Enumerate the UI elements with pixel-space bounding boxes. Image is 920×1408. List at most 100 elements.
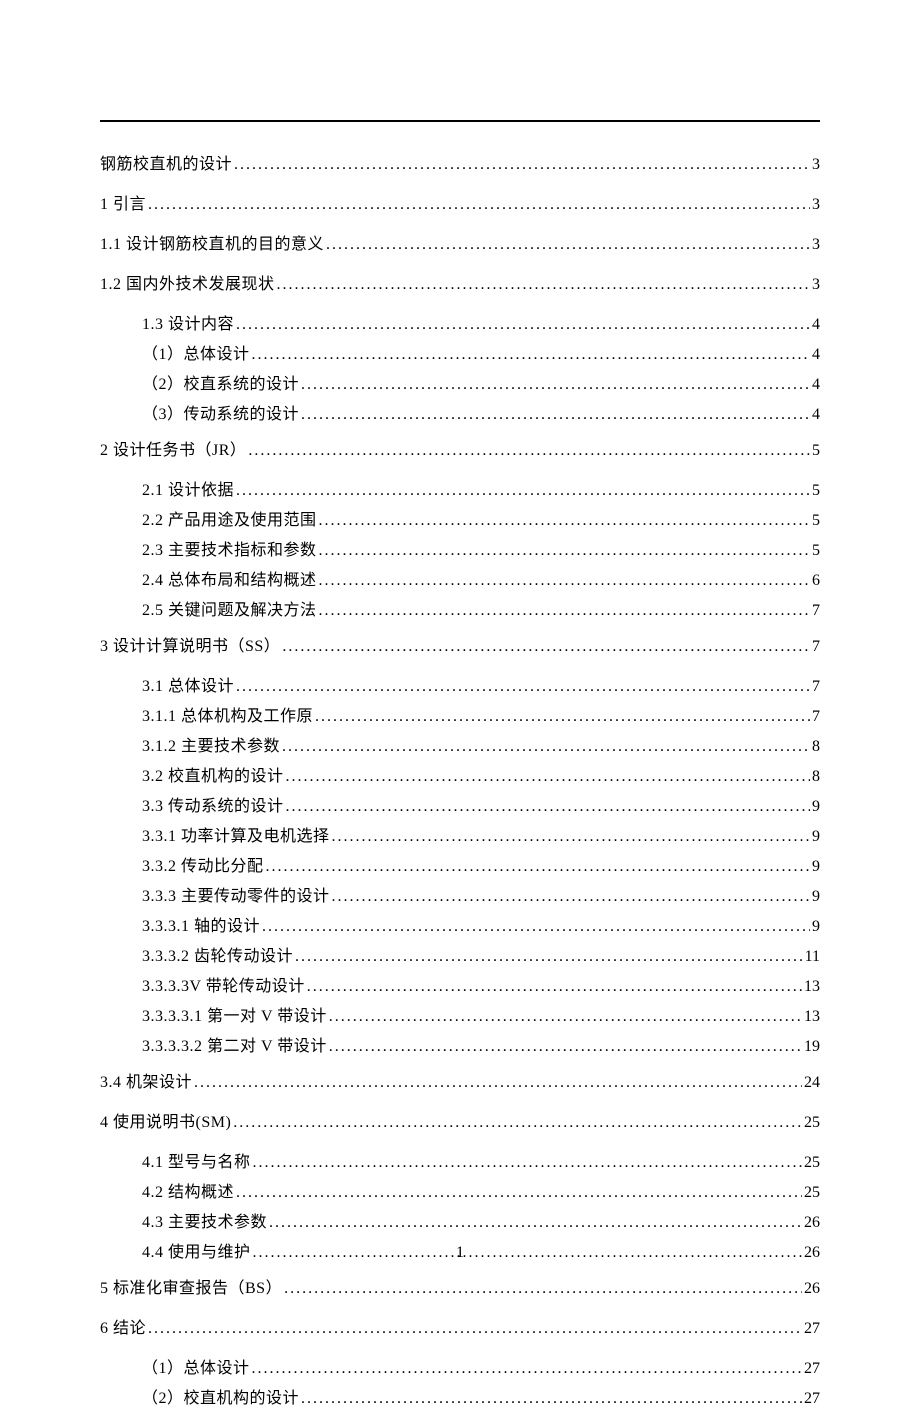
toc-entry[interactable]: 1.2 国内外技术发展现状3 xyxy=(100,270,820,294)
toc-page: 9 xyxy=(810,858,820,876)
toc-title: 3.3.3.1 轴的设计 xyxy=(142,912,260,936)
toc-title: （1）总体设计 xyxy=(142,340,250,364)
toc-page: 13 xyxy=(802,1008,820,1026)
toc-entry[interactable]: 3.3.3.2 齿轮传动设计 11 xyxy=(100,942,820,966)
toc-title: 钢筋校直机的设计 xyxy=(100,150,232,174)
toc-page: 8 xyxy=(810,738,820,756)
toc-page: 9 xyxy=(810,888,820,906)
toc-entry[interactable]: 3.2 校直机构的设计 8 xyxy=(100,762,820,786)
toc-title: 3.3.1 功率计算及电机选择 xyxy=(142,822,330,846)
toc-entry[interactable]: 3.3.3 主要传动零件的设计9 xyxy=(100,882,820,906)
toc-entry[interactable]: 3 设计计算说明书（SS）7 xyxy=(100,632,820,656)
toc-title: 3.1.2 主要技术参数 xyxy=(142,732,280,756)
toc-entry[interactable]: （1）总体设计27 xyxy=(100,1354,820,1378)
toc-entry[interactable]: （1）总体设计 4 xyxy=(100,340,820,364)
toc-leader xyxy=(299,376,810,394)
toc-title: 6 结论 xyxy=(100,1314,146,1338)
toc-page: 11 xyxy=(803,948,820,966)
toc-leader xyxy=(299,406,810,424)
toc-entry[interactable]: 3.3.3.1 轴的设计 9 xyxy=(100,912,820,936)
toc-page: 3 xyxy=(810,236,820,254)
toc-title: 1.3 设计内容 xyxy=(142,310,234,334)
toc-title: 3.3.3.3.1 第一对 V 带设计 xyxy=(142,1002,327,1026)
toc-entry[interactable]: 1.1 设计钢筋校直机的目的意义 3 xyxy=(100,230,820,254)
table-of-contents: 钢筋校直机的设计31 引言31.1 设计钢筋校直机的目的意义31.2 国内外技术… xyxy=(100,150,820,1408)
toc-title: 3.3.3.3.2 第二对 V 带设计 xyxy=(142,1032,327,1056)
toc-title: 3.3 传动系统的设计 xyxy=(142,792,284,816)
toc-page: 4 xyxy=(810,346,820,364)
toc-page: 5 xyxy=(810,482,820,500)
toc-title: 3.2 校直机构的设计 xyxy=(142,762,284,786)
toc-page: 26 xyxy=(802,1214,820,1232)
toc-page: 8 xyxy=(810,768,820,786)
toc-leader xyxy=(280,638,810,656)
toc-leader xyxy=(234,482,810,500)
toc-entry[interactable]: 3.3.2 传动比分配9 xyxy=(100,852,820,876)
toc-entry[interactable]: 2.2 产品用途及使用范围 5 xyxy=(100,506,820,530)
toc-entry[interactable]: 6 结论27 xyxy=(100,1314,820,1338)
toc-entry[interactable]: 2.3 主要技术指标和参数5 xyxy=(100,536,820,560)
toc-page: 3 xyxy=(810,276,820,294)
toc-entry[interactable]: 3.3.1 功率计算及电机选择9 xyxy=(100,822,820,846)
toc-leader xyxy=(330,828,810,846)
toc-entry[interactable]: 4.3 主要技术参数26 xyxy=(100,1208,820,1232)
toc-entry[interactable]: 3.3.3.3V 带轮传动设计13 xyxy=(100,972,820,996)
toc-title: 1.1 设计钢筋校直机的目的意义 xyxy=(100,230,324,254)
toc-leader xyxy=(234,678,810,696)
toc-entry[interactable]: 5 标准化审查报告（BS）26 xyxy=(100,1274,820,1298)
toc-entry[interactable]: 3.1 总体设计7 xyxy=(100,672,820,696)
toc-title: 3.3.3.2 齿轮传动设计 xyxy=(142,942,293,966)
toc-entry[interactable]: 2.5 关键问题及解决方法7 xyxy=(100,596,820,620)
toc-leader xyxy=(284,798,810,816)
toc-title: 1 引言 xyxy=(100,190,146,214)
toc-page: 5 xyxy=(810,512,820,530)
toc-leader xyxy=(317,602,810,620)
toc-leader xyxy=(327,1008,802,1026)
toc-entry[interactable]: 3.1.1 总体机构及工作原7 xyxy=(100,702,820,726)
toc-page: 27 xyxy=(802,1390,820,1408)
toc-entry[interactable]: 3.3.3.3.2 第二对 V 带设计 19 xyxy=(100,1032,820,1056)
toc-entry[interactable]: 4 使用说明书(SM)25 xyxy=(100,1108,820,1132)
toc-title: 3.4 机架设计 xyxy=(100,1068,192,1092)
toc-page: 7 xyxy=(810,708,820,726)
toc-title: 2.2 产品用途及使用范围 xyxy=(142,506,317,530)
toc-title: 3.1 总体设计 xyxy=(142,672,234,696)
toc-title: 2.3 主要技术指标和参数 xyxy=(142,536,317,560)
toc-title: （3）传动系统的设计 xyxy=(142,400,299,424)
toc-page: 9 xyxy=(810,918,820,936)
toc-entry[interactable]: （3）传动系统的设计4 xyxy=(100,400,820,424)
toc-title: （1）总体设计 xyxy=(142,1354,250,1378)
toc-title: 5 标准化审查报告（BS） xyxy=(100,1274,282,1298)
toc-entry[interactable]: （2）校直机构的设计27 xyxy=(100,1384,820,1408)
toc-leader xyxy=(234,316,810,334)
toc-page: 4 xyxy=(810,316,820,334)
toc-page: 25 xyxy=(802,1154,820,1172)
toc-title: 2 设计任务书（JR） xyxy=(100,436,246,460)
toc-leader xyxy=(317,542,810,560)
toc-entry[interactable]: 3.3.3.3.1 第一对 V 带设计 13 xyxy=(100,1002,820,1026)
toc-leader xyxy=(250,346,810,364)
toc-entry[interactable]: 钢筋校直机的设计3 xyxy=(100,150,820,174)
toc-entry[interactable]: 4.1 型号与名称25 xyxy=(100,1148,820,1172)
toc-entry[interactable]: 2.4 总体布局和结构概述6 xyxy=(100,566,820,590)
toc-page: 7 xyxy=(810,638,820,656)
toc-entry[interactable]: 1.3 设计内容 4 xyxy=(100,310,820,334)
toc-leader xyxy=(267,1214,802,1232)
toc-page: 9 xyxy=(810,798,820,816)
toc-entry[interactable]: 2 设计任务书（JR）5 xyxy=(100,436,820,460)
toc-title: 2.1 设计依据 xyxy=(142,476,234,500)
toc-entry[interactable]: 3.4 机架设计24 xyxy=(100,1068,820,1092)
toc-leader xyxy=(299,1390,802,1408)
toc-leader xyxy=(264,858,810,876)
toc-title: （2）校直系统的设计 xyxy=(142,370,299,394)
toc-entry[interactable]: （2）校直系统的设计4 xyxy=(100,370,820,394)
toc-page: 19 xyxy=(802,1038,820,1056)
toc-entry[interactable]: 3.1.2 主要技术参数 8 xyxy=(100,732,820,756)
page-number: 1 xyxy=(0,1244,920,1262)
toc-entry[interactable]: 3.3 传动系统的设计 9 xyxy=(100,792,820,816)
toc-entry[interactable]: 1 引言3 xyxy=(100,190,820,214)
toc-leader xyxy=(251,1154,802,1172)
toc-entry[interactable]: 2.1 设计依据 5 xyxy=(100,476,820,500)
toc-entry[interactable]: 4.2 结构概述25 xyxy=(100,1178,820,1202)
toc-leader xyxy=(305,978,802,996)
